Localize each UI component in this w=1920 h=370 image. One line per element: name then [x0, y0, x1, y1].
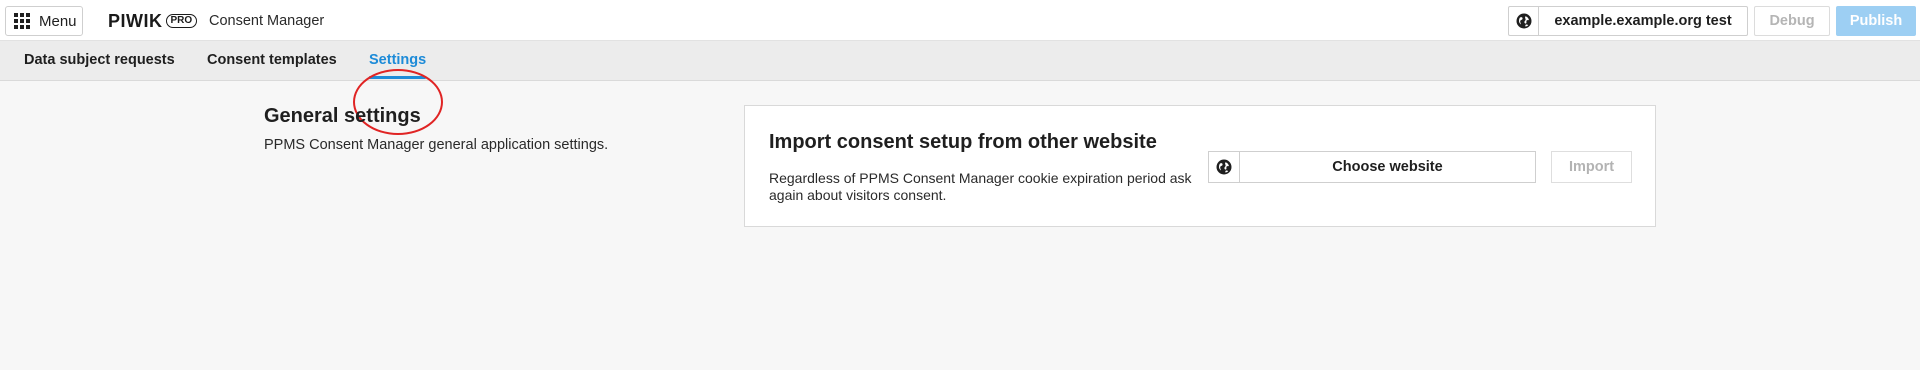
logo-word: PIWIK: [108, 10, 163, 31]
tab-bar: Data subject requests Consent templates …: [0, 41, 1920, 135]
app-name: Consent Manager: [209, 13, 325, 29]
active-tab-indicator: [369, 76, 426, 79]
site-selector[interactable]: example.example.org test: [1508, 6, 1748, 36]
import-consent-card: Import consent setup from other website …: [744, 105, 1656, 227]
globe-icon: [1509, 7, 1539, 35]
publish-button[interactable]: Publish: [1836, 6, 1916, 36]
import-card-title: Import consent setup from other website: [769, 131, 1157, 153]
tab-data-subject-requests[interactable]: Data subject requests: [24, 52, 175, 68]
debug-button[interactable]: Debug: [1754, 6, 1830, 36]
apps-grid-icon: [14, 13, 30, 29]
import-card-description: Regardless of PPMS Consent Manager cooki…: [769, 170, 1192, 203]
top-bar: Menu PIWIK PRO Consent Manager example.e…: [0, 0, 1920, 41]
import-button[interactable]: Import: [1551, 151, 1632, 183]
choose-website-select[interactable]: Choose website: [1208, 151, 1536, 183]
piwik-pro-logo: PIWIK PRO: [108, 10, 198, 31]
site-label: example.example.org test: [1554, 13, 1732, 29]
tab-consent-templates[interactable]: Consent templates: [207, 52, 337, 68]
tab-settings[interactable]: Settings: [369, 52, 426, 68]
general-settings-description: PPMS Consent Manager general application…: [264, 137, 609, 153]
globe-icon: [1209, 152, 1240, 182]
general-settings-title: General settings: [264, 105, 421, 127]
logo-badge: PRO: [165, 14, 198, 28]
menu-button[interactable]: Menu: [5, 6, 83, 36]
choose-website-label: Choose website: [1332, 159, 1443, 175]
menu-label: Menu: [39, 12, 77, 30]
